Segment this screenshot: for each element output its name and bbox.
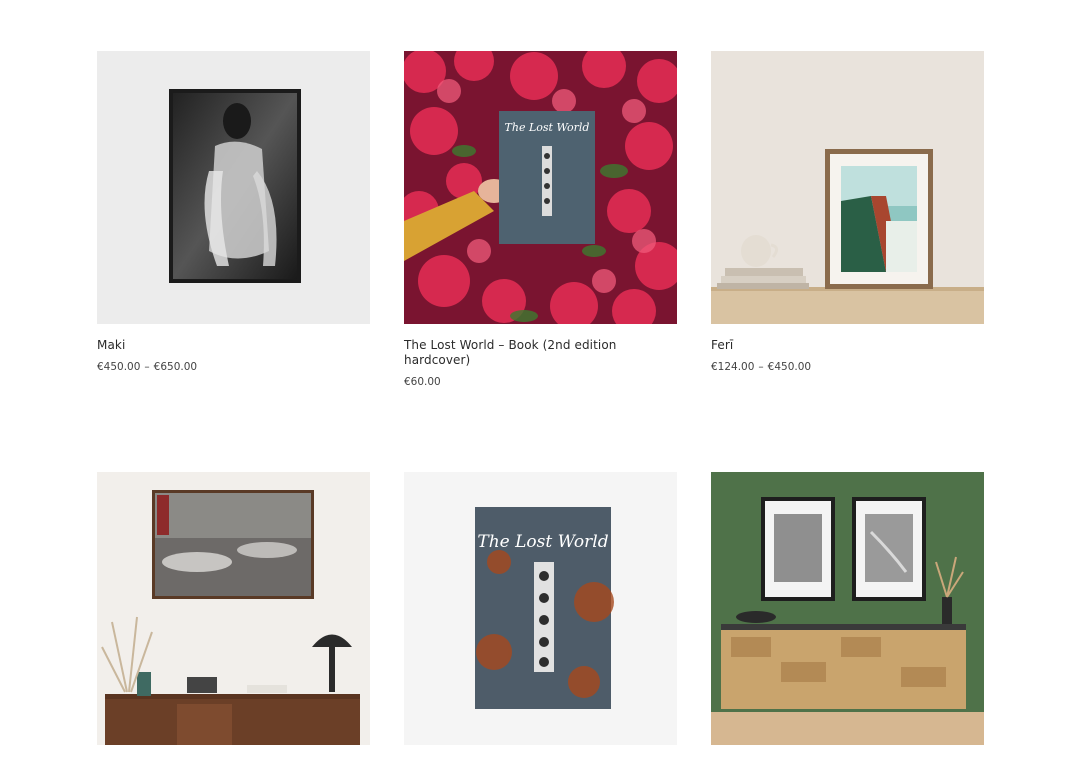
product-card-feri[interactable]: Ferī €124.00– €450.00 [711, 51, 984, 389]
product-card-maki[interactable]: Maki €450.00– €650.00 [97, 51, 370, 389]
book-cover-title: The Lost World [477, 532, 608, 552]
product-title[interactable]: Maki [97, 338, 370, 353]
product-grid: Maki €450.00– €650.00 The Lost World The… [97, 51, 984, 759]
book-cover-image: The Lost World [404, 472, 677, 745]
price-separator: – [144, 361, 150, 373]
framed-dining-room-image [97, 472, 370, 745]
product-image[interactable]: The Lost World [404, 472, 677, 745]
product-image[interactable] [711, 472, 984, 745]
book-in-flowers-image: The Lost World [404, 51, 677, 324]
price-max: €650.00 [153, 361, 198, 373]
price-min: €450.00 [97, 361, 141, 373]
product-price: €124.00– €450.00 [711, 361, 984, 374]
product-image[interactable] [711, 51, 984, 324]
price-separator: – [758, 361, 764, 373]
book-cover-title: The Lost World [505, 121, 590, 134]
price-min: €124.00 [711, 361, 755, 373]
product-image[interactable] [97, 472, 370, 745]
price-min: €60.00 [404, 376, 441, 388]
framed-portrait-image [97, 51, 370, 324]
product-price: €450.00– €650.00 [97, 361, 370, 374]
product-card-green-wall-prints[interactable] [711, 472, 984, 759]
product-title[interactable]: The Lost World – Book (2nd edition hardc… [404, 338, 677, 368]
product-card-lost-world-book[interactable]: The Lost World The Lost World – Book (2n… [404, 51, 677, 389]
product-image[interactable] [97, 51, 370, 324]
product-image[interactable]: The Lost World [404, 51, 677, 324]
framed-sea-print-image [711, 51, 984, 324]
price-max: €450.00 [767, 361, 812, 373]
product-card-lost-world-cover[interactable]: The Lost World [404, 472, 677, 759]
product-title[interactable]: Ferī [711, 338, 984, 353]
green-wall-prints-image [711, 472, 984, 745]
product-card-dining-room-print[interactable] [97, 472, 370, 759]
product-price: €60.00 [404, 376, 677, 389]
